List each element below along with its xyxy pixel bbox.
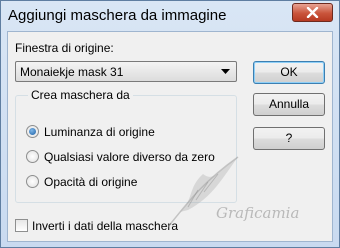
title-bar[interactable]: Aggiungi maschera da immagine (1, 1, 339, 31)
radio-button[interactable] (26, 175, 39, 188)
group-title: Crea maschera da (28, 88, 133, 102)
chevron-down-icon (221, 69, 230, 74)
radio-button[interactable] (26, 125, 39, 138)
watermark-text: Graficamia (216, 204, 300, 222)
source-window-dropdown[interactable]: Monaiekje mask 31 (15, 61, 237, 82)
radio-label: Luminanza di origine (44, 125, 155, 139)
radio-button[interactable] (26, 150, 39, 163)
close-icon (306, 7, 319, 18)
window-title: Aggiungi maschera da immagine (8, 7, 227, 24)
invert-mask-checkbox[interactable] (15, 219, 28, 232)
cancel-button[interactable]: Annulla (253, 93, 325, 116)
ok-button[interactable]: OK (253, 61, 325, 84)
invert-mask-label: Inverti i dati della maschera (32, 219, 179, 233)
source-window-label: Finestra di origine: (15, 41, 114, 55)
radio-label: Opacità di origine (44, 175, 138, 189)
help-button[interactable]: ? (253, 127, 325, 150)
close-button[interactable] (292, 3, 333, 22)
source-window-value: Monaiekje mask 31 (20, 65, 124, 79)
dialog-window: Aggiungi maschera da immagine Finestra d… (0, 0, 340, 248)
dialog-body: Finestra di origine: Monaiekje mask 31 O… (7, 31, 333, 242)
watermark-logo: Graficamia (158, 152, 338, 242)
